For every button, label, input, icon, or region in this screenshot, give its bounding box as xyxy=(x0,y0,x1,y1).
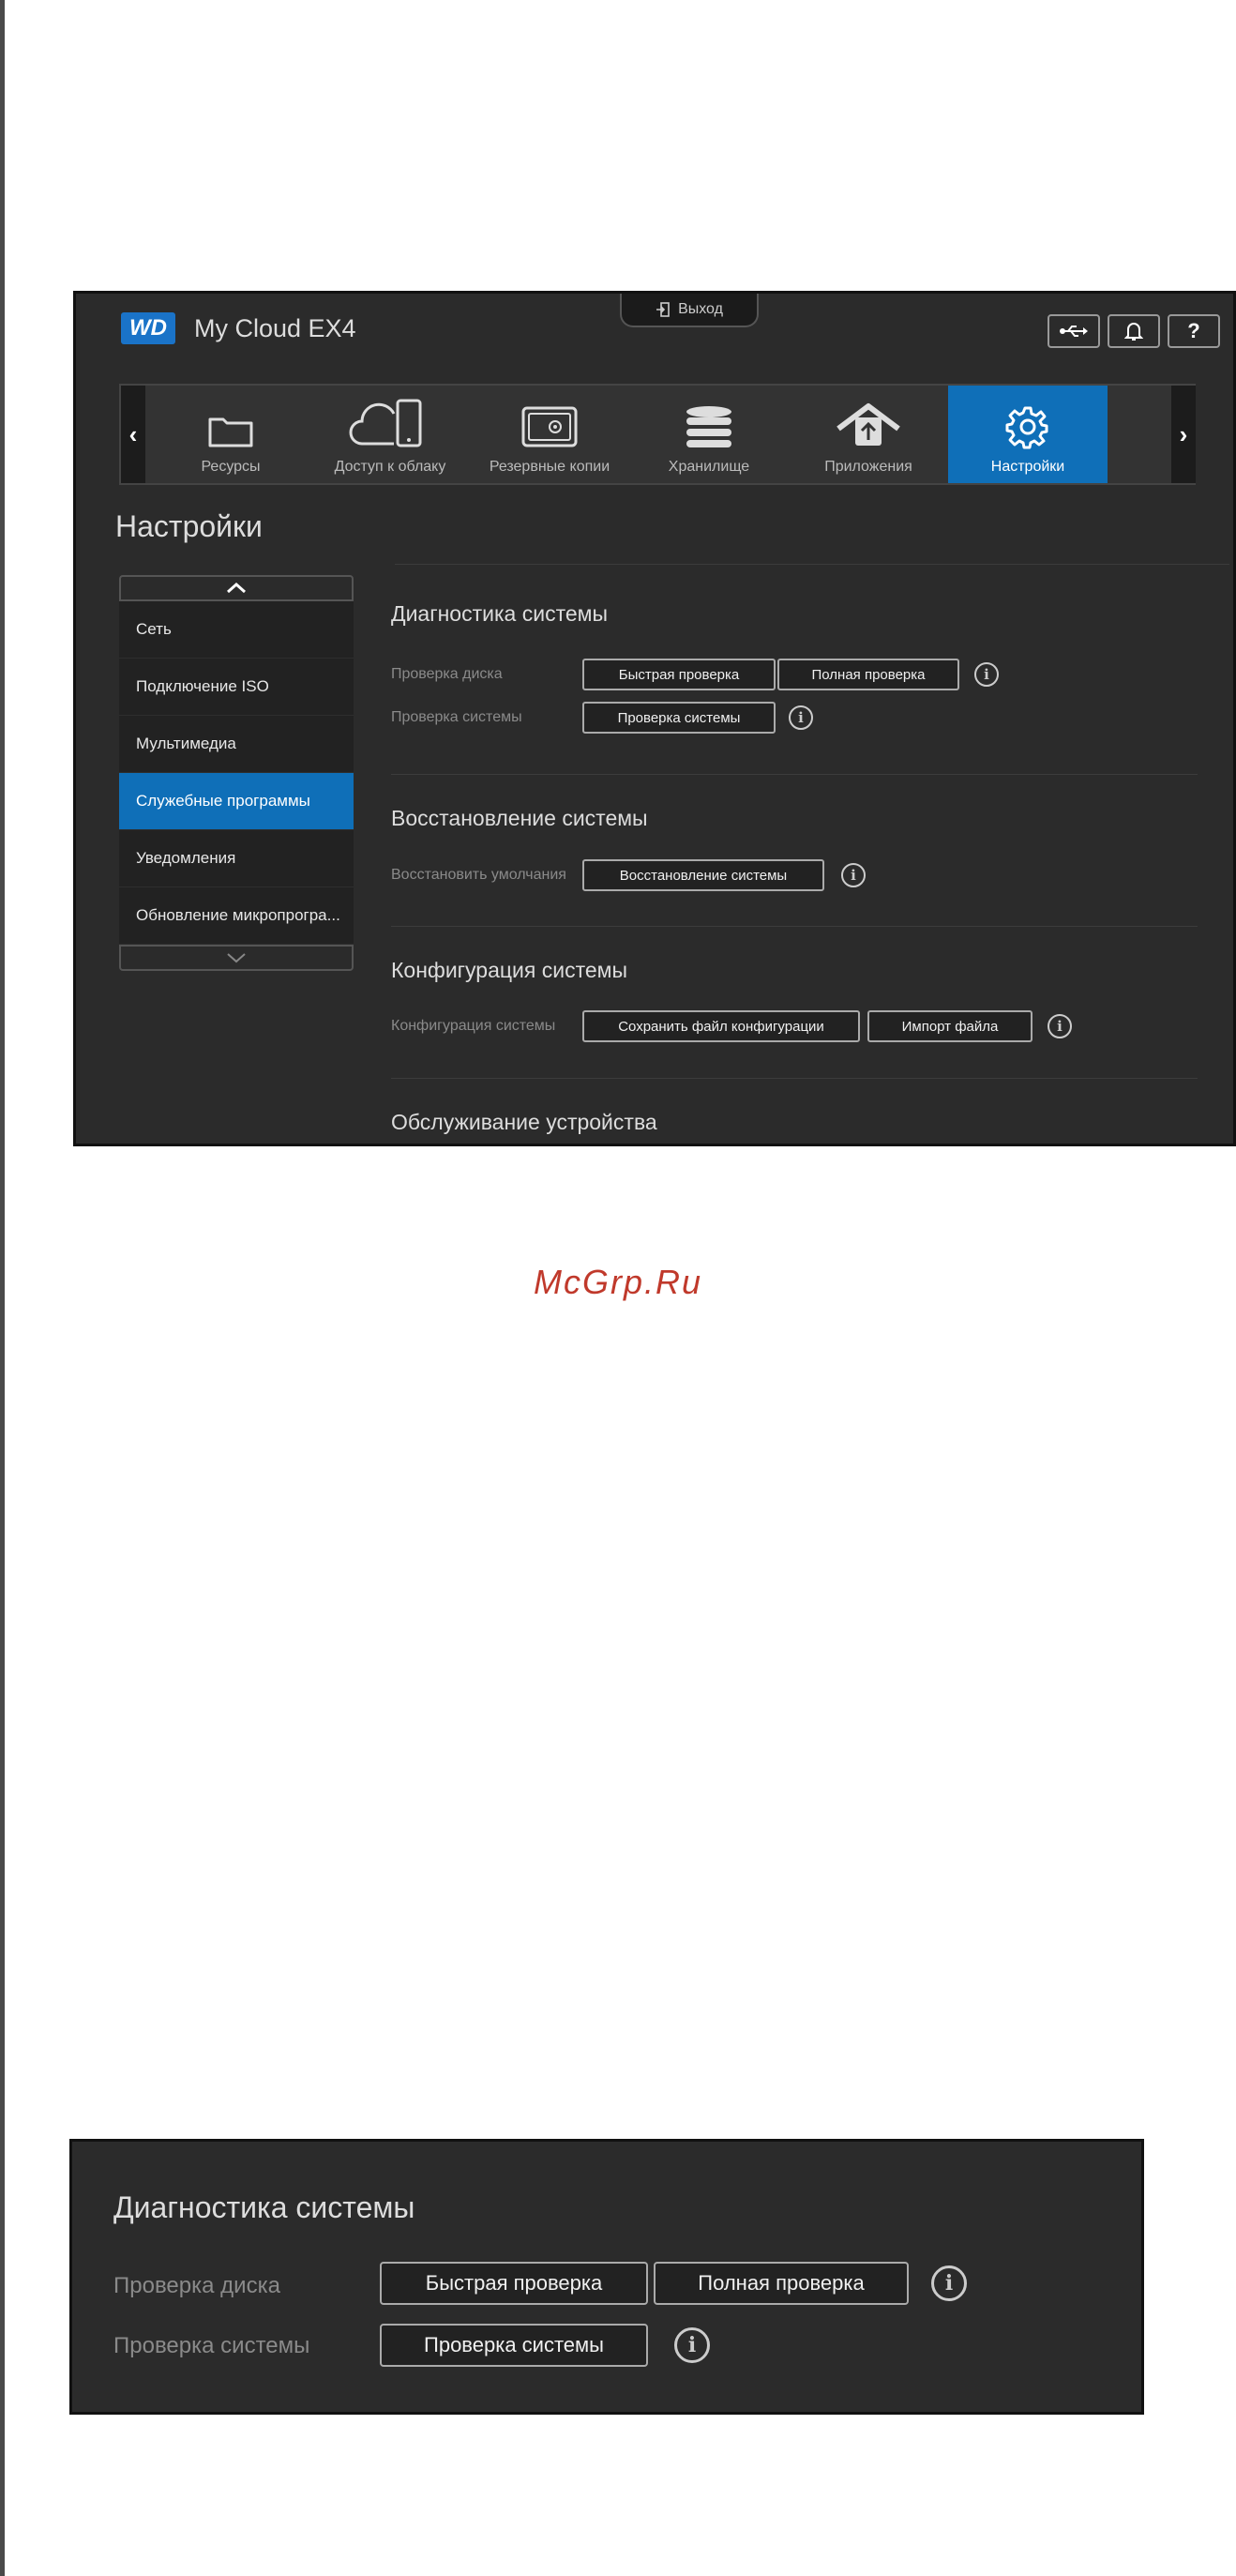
system-check-button[interactable]: Проверка системы xyxy=(380,2324,648,2367)
nav-item-storage[interactable]: Хранилище xyxy=(629,386,789,483)
section-divider xyxy=(391,774,1198,775)
help-button[interactable]: ? xyxy=(1168,314,1220,348)
nav-item-label: Ресурсы xyxy=(201,459,261,475)
restore-info-icon[interactable]: i xyxy=(841,863,866,887)
nav-item-resources[interactable]: Ресурсы xyxy=(151,386,310,483)
diagnostics-title: Диагностика системы xyxy=(391,601,608,626)
maintenance-title: Обслуживание устройства xyxy=(391,1110,657,1134)
page-title: Настройки xyxy=(115,509,263,543)
config-info-icon[interactable]: i xyxy=(1048,1014,1072,1038)
top-bar: WD My Cloud EX4 Выход ? xyxy=(76,294,1233,369)
diagnostics-section: Диагностика системы xyxy=(391,601,1198,627)
save-config-button[interactable]: Сохранить файл конфигурации xyxy=(582,1010,860,1042)
diagnostics-title: Диагностика системы xyxy=(113,2190,415,2224)
nav-item-label: Настройки xyxy=(990,459,1065,475)
sidebar-scroll-down-button[interactable] xyxy=(119,945,354,971)
sidebar-item-utilities[interactable]: Служебные программы xyxy=(119,773,354,830)
system-check-row: Проверка системы xyxy=(391,701,522,735)
product-name: My Cloud EX4 xyxy=(194,314,356,342)
disk-check-label: Проверка диска xyxy=(113,2273,280,2298)
section-divider xyxy=(391,1078,1198,1079)
usb-icon xyxy=(1060,326,1088,337)
sidebar-item-network[interactable]: Сеть xyxy=(119,601,354,659)
restore-system-button[interactable]: Восстановление системы xyxy=(582,859,824,891)
nav-item-label: Резервные копии xyxy=(489,459,610,475)
chevron-down-icon xyxy=(227,953,246,963)
nav-next-button[interactable]: › xyxy=(1171,386,1196,483)
database-icon xyxy=(686,406,731,447)
disk-check-row: Проверка диска xyxy=(391,658,503,691)
nav-item-settings[interactable]: Настройки xyxy=(948,386,1108,483)
disk-check-label: Проверка диска xyxy=(391,666,503,682)
main-nav: ‹ Ресурсы Доступ к облаку Резервные копи xyxy=(119,384,1196,485)
wd-logo: WD xyxy=(121,312,175,344)
config-section: Конфигурация системы xyxy=(391,958,1198,983)
bell-icon xyxy=(1124,323,1143,341)
disk-check-info-icon[interactable]: i xyxy=(974,662,999,687)
usb-button[interactable] xyxy=(1048,314,1100,348)
safe-icon xyxy=(521,406,578,447)
disk-check-info-icon[interactable]: i xyxy=(931,2265,967,2301)
restore-defaults-row: Восстановить умолчания xyxy=(391,858,566,892)
title-divider xyxy=(395,564,1229,565)
system-check-label: Проверка системы xyxy=(391,709,522,725)
maintenance-section: Обслуживание устройства xyxy=(391,1110,1198,1135)
gear-icon xyxy=(1005,406,1048,449)
sidebar-item-media[interactable]: Мультимедиа xyxy=(119,716,354,773)
restore-title: Восстановление системы xyxy=(391,806,648,830)
full-check-button[interactable]: Полная проверка xyxy=(777,659,959,690)
quick-check-button[interactable]: Быстрая проверка xyxy=(380,2262,648,2305)
full-check-button[interactable]: Полная проверка xyxy=(654,2262,909,2305)
nav-item-label: Хранилище xyxy=(668,459,750,475)
diagnostics-zoom-panel: Диагностика системы Проверка диска Быстр… xyxy=(69,2139,1144,2415)
system-check-info-icon[interactable]: i xyxy=(674,2327,710,2363)
system-check-info-icon[interactable]: i xyxy=(789,705,813,730)
watermark: McGrp.Ru xyxy=(533,1263,703,1301)
nav-item-apps[interactable]: Приложения xyxy=(789,386,948,483)
folder-icon xyxy=(208,417,253,447)
sidebar-item-firmware-update[interactable]: Обновление микропрогра... xyxy=(119,887,354,945)
apps-icon xyxy=(837,403,900,446)
settings-sidebar: Сеть Подключение ISO Мультимедиа Служебн… xyxy=(119,575,354,975)
section-divider xyxy=(391,926,1198,927)
cloud-device-icon xyxy=(349,399,422,447)
config-label: Конфигурация системы xyxy=(391,1018,556,1034)
nav-prev-button[interactable]: ‹ xyxy=(121,386,145,483)
nav-item-backups[interactable]: Резервные копии xyxy=(470,386,629,483)
system-check-button[interactable]: Проверка системы xyxy=(582,702,776,734)
sidebar-item-iso-mount[interactable]: Подключение ISO xyxy=(119,659,354,716)
sidebar-item-notifications[interactable]: Уведомления xyxy=(119,830,354,887)
logout-label: Выход xyxy=(678,301,723,317)
chevron-up-icon xyxy=(227,583,246,594)
wd-mycloud-window: WD My Cloud EX4 Выход ? ‹ Ресурсы Доступ… xyxy=(73,291,1236,1146)
sidebar-scroll-up-button[interactable] xyxy=(119,575,354,601)
config-title: Конфигурация системы xyxy=(391,958,628,982)
restore-defaults-label: Восстановить умолчания xyxy=(391,867,566,883)
logout-button[interactable]: Выход xyxy=(620,294,759,327)
logout-icon xyxy=(656,302,670,317)
nav-item-label: Доступ к облаку xyxy=(334,459,446,475)
quick-check-button[interactable]: Быстрая проверка xyxy=(582,659,776,690)
restore-section: Восстановление системы xyxy=(391,806,1198,831)
nav-item-cloud-access[interactable]: Доступ к облаку xyxy=(310,386,470,483)
notifications-button[interactable] xyxy=(1108,314,1160,348)
nav-item-label: Приложения xyxy=(824,459,912,475)
system-check-label: Проверка системы xyxy=(113,2333,310,2358)
config-row: Конфигурация системы xyxy=(391,1009,555,1043)
import-file-button[interactable]: Импорт файла xyxy=(867,1010,1033,1042)
